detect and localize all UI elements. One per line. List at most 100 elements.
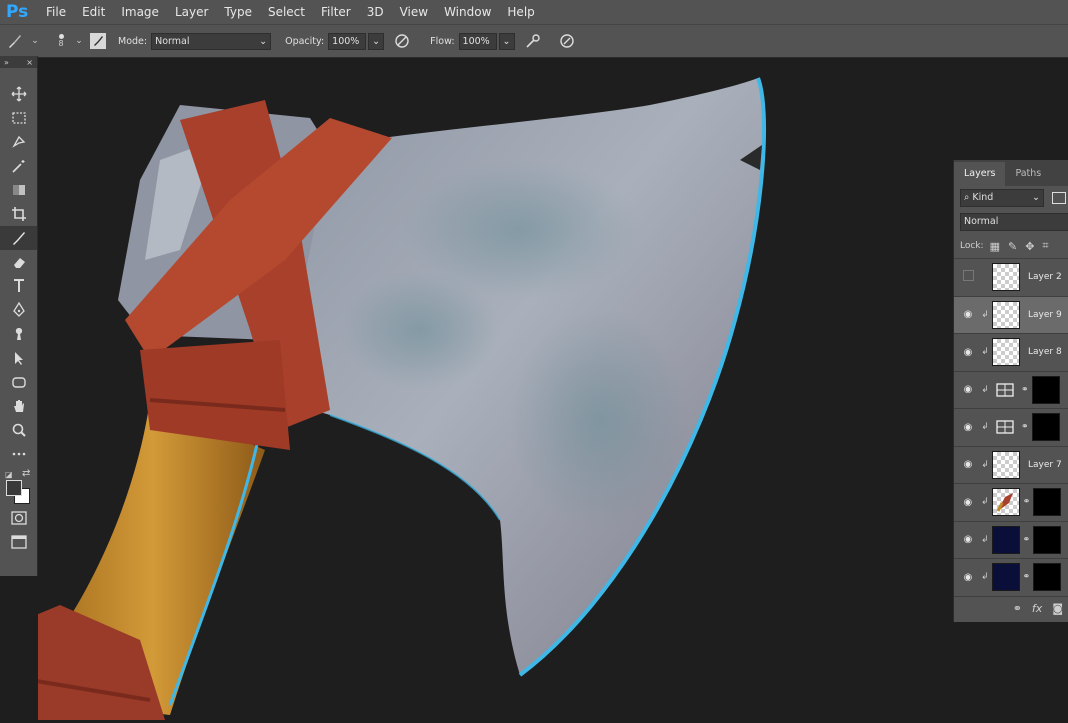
eraser-icon[interactable]	[0, 250, 37, 274]
menu-layer[interactable]: Layer	[167, 0, 216, 24]
path-select-icon[interactable]	[0, 346, 37, 370]
layer-row[interactable]: ◉ ↲ ⚭	[954, 522, 1068, 559]
flow-input[interactable]: 100%	[458, 32, 497, 50]
layer-filter-select[interactable]: ⌕ Kind ⌄	[960, 189, 1044, 207]
flow-value: 100%	[462, 35, 490, 47]
layer-mask-thumbnail[interactable]	[1033, 525, 1061, 554]
layer-mask-thumbnail[interactable]	[1033, 563, 1061, 592]
layer-thumbnail	[991, 525, 1020, 554]
flow-slider-toggle[interactable]: ⌄	[498, 32, 515, 50]
layer-mask-thumbnail[interactable]	[1033, 488, 1061, 517]
mask-link-icon[interactable]: ⚭	[1021, 422, 1029, 432]
move-icon[interactable]	[0, 82, 37, 106]
layers-panel: Layers Paths ⌕ Kind ⌄ Normal Lock: ▦ ✎ ✥…	[953, 160, 1068, 622]
menu-edit[interactable]: Edit	[74, 0, 113, 24]
marquee-icon[interactable]	[0, 106, 37, 130]
brush-panel-toggle-icon[interactable]	[90, 33, 106, 49]
layer-row[interactable]: ◉ ↲ ⚭	[954, 372, 1068, 409]
more-icon[interactable]	[0, 442, 37, 466]
brush-tool-preset-icon[interactable]	[0, 32, 30, 50]
image-filter-icon[interactable]	[1052, 192, 1066, 204]
eye-icon[interactable]: ◉	[958, 572, 978, 583]
document-canvas[interactable]	[0, 57, 1068, 720]
layer-mask-thumbnail[interactable]	[1031, 413, 1060, 442]
zoom-icon[interactable]	[0, 418, 37, 442]
layer-row[interactable]: Layer 2	[954, 259, 1068, 297]
smudge-icon[interactable]	[0, 322, 37, 346]
menu-help[interactable]: Help	[499, 0, 542, 24]
pressure-size-icon[interactable]	[557, 33, 577, 49]
blend-mode-row: Normal	[954, 210, 1068, 234]
type-icon[interactable]	[0, 274, 37, 298]
chevron-down-icon: ⌄	[259, 35, 268, 47]
lock-pixels-icon[interactable]: ✎	[1008, 240, 1017, 253]
layer-row[interactable]: ◉ ↲ Layer 7	[954, 447, 1068, 484]
lasso-icon[interactable]	[0, 130, 37, 154]
mode-select[interactable]: Normal ⌄	[151, 32, 272, 50]
hand-icon[interactable]	[0, 394, 37, 418]
brush-icon[interactable]	[0, 226, 37, 250]
brush-size-picker[interactable]: 8	[48, 34, 74, 48]
layer-row[interactable]: ◉ ↲ ⚭	[954, 559, 1068, 597]
magic-wand-icon[interactable]	[0, 154, 37, 178]
menu-bar: Ps File Edit Image Layer Type Select Filter 3D V…	[0, 0, 1068, 24]
menu-filter[interactable]: Filter	[313, 0, 359, 24]
link-icon[interactable]: ⚭	[1013, 602, 1022, 615]
visibility-off-box[interactable]	[958, 270, 978, 284]
default-colors-icon[interactable]: ◪	[5, 470, 13, 479]
menu-type[interactable]: Type	[216, 0, 260, 24]
lock-artboard-icon[interactable]: ⌗	[1042, 239, 1048, 253]
eye-icon[interactable]: ◉	[958, 347, 978, 358]
menu-select[interactable]: Select	[260, 0, 313, 24]
eye-icon[interactable]: ◉	[958, 534, 978, 545]
mask-link-icon[interactable]: ⚭	[1023, 497, 1031, 507]
chevron-down-icon[interactable]: ⌄	[30, 36, 40, 46]
screen-mode-icon[interactable]	[0, 530, 37, 554]
menu-view[interactable]: View	[392, 0, 436, 24]
close-icon[interactable]: ×	[26, 58, 33, 67]
mask-icon[interactable]: ◙	[1052, 602, 1063, 615]
lock-position-icon[interactable]: ✥	[1025, 240, 1034, 253]
layer-row[interactable]: ◉ ↲ Layer 8	[954, 334, 1068, 372]
mask-link-icon[interactable]: ⚭	[1021, 385, 1029, 395]
opacity-slider-toggle[interactable]: ⌄	[368, 32, 385, 50]
fx-icon[interactable]: fx	[1032, 602, 1042, 615]
tab-layers[interactable]: Layers	[954, 162, 1006, 186]
mask-link-icon[interactable]: ⚭	[1023, 572, 1031, 582]
gradient-icon[interactable]	[0, 178, 37, 202]
pen-icon[interactable]	[0, 298, 37, 322]
tab-paths[interactable]: Paths	[1005, 162, 1051, 186]
layer-thumbnail	[992, 414, 1018, 441]
color-swatches: ◪ ⇄	[0, 466, 37, 506]
eye-icon[interactable]: ◉	[958, 422, 978, 433]
eye-icon[interactable]: ◉	[958, 459, 978, 470]
eye-icon[interactable]: ◉	[958, 384, 978, 395]
eye-icon[interactable]: ◉	[958, 309, 978, 320]
layer-row[interactable]: ◉ ↲ ⚭	[954, 409, 1068, 447]
mode-label: Mode:	[118, 35, 148, 47]
foreground-color-swatch[interactable]	[6, 480, 22, 496]
layer-filter-value: Kind	[972, 192, 994, 203]
shape-icon[interactable]	[0, 370, 37, 394]
blend-mode-select[interactable]: Normal	[960, 213, 1068, 231]
crop-icon[interactable]	[0, 202, 37, 226]
mask-link-icon[interactable]: ⚭	[1023, 535, 1031, 545]
opacity-input[interactable]: 100%	[328, 32, 367, 50]
swap-colors-icon[interactable]: ⇄	[22, 468, 30, 479]
flow-label: Flow:	[430, 35, 455, 47]
menu-window[interactable]: Window	[436, 0, 499, 24]
eye-icon[interactable]: ◉	[958, 497, 978, 508]
menu-file[interactable]: File	[38, 0, 74, 24]
lock-transparency-icon[interactable]: ▦	[990, 240, 1000, 253]
pressure-opacity-icon[interactable]	[392, 33, 412, 49]
menu-3d[interactable]: 3D	[359, 0, 392, 24]
layer-name: Layer 8	[1028, 347, 1062, 358]
collapse-icon[interactable]: »	[4, 58, 9, 67]
layer-mask-thumbnail[interactable]	[1031, 375, 1060, 404]
layer-row[interactable]: ◉ ↲ ⚭	[954, 484, 1068, 522]
quick-mask-icon[interactable]	[0, 506, 37, 530]
chevron-down-icon[interactable]: ⌄	[74, 36, 84, 46]
airbrush-icon[interactable]	[523, 33, 543, 49]
menu-image[interactable]: Image	[113, 0, 167, 24]
layer-row[interactable]: ◉ ↲ Layer 9	[954, 296, 1068, 334]
